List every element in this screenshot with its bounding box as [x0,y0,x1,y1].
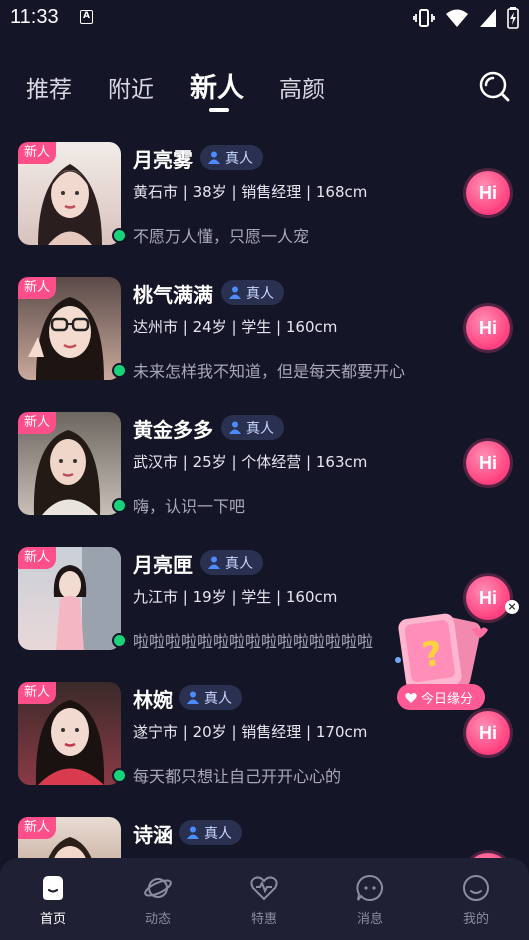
online-indicator [112,633,127,648]
person-icon [208,151,220,164]
verified-label: 真人 [246,420,274,437]
verified-label: 真人 [225,150,253,167]
verified-label: 真人 [204,825,232,842]
heart-icon [405,692,417,703]
person-icon [229,286,241,299]
person-icon [187,826,199,839]
fate-label: 今日缘分 [421,691,474,707]
status-time: 11:33 [10,6,59,28]
profile-card[interactable]: 新人 诗涵 真人 Hi [0,815,529,860]
profile-info: 达州市 | 24岁 | 学生 | 160cm [133,318,338,336]
close-icon[interactable]: × [505,600,519,614]
nav-label: 首页 [39,912,66,927]
new-badge: 新人 [18,142,57,164]
profile-bio: 不愿万人懂，只愿一人宠 [133,227,310,246]
heart-pulse-icon [250,876,278,901]
online-indicator [112,228,127,243]
profile-info: 武汉市 | 25岁 | 个体经营 | 163cm [133,453,368,471]
hi-label: Hi [479,722,497,743]
person-icon [208,556,220,569]
nav-messages[interactable]: 消息 [335,874,405,927]
tab-active-indicator [209,108,229,112]
nav-label: 我的 [462,912,489,927]
status-bar: 11:33 A [0,0,529,36]
top-tabs: 推荐 附近 新人 高颜 [0,62,529,112]
person-icon [229,421,241,434]
nav-deals[interactable]: 特惠 [229,874,299,927]
profile-card[interactable]: 新人 桃气满满 真人 达州市 | 24岁 | 学生 | 160cm 未来怎样我不… [0,275,529,410]
nav-label: 特惠 [250,912,277,927]
profile-bio: 未来怎样我不知道，但是每天都要开心 [133,362,406,381]
nav-home[interactable]: 首页 [18,874,88,927]
verified-badge: 真人 [179,685,242,710]
say-hi-button[interactable]: Hi [466,441,510,485]
verified-badge: 真人 [200,145,263,170]
bottom-nav: 首页 动态 特惠 消息 我的 [0,858,529,940]
tab-new[interactable]: 新人 [190,66,244,105]
profile-bio: 啦啦啦啦啦啦啦啦啦啦啦啦啦啦啦 [133,632,374,651]
nav-label: 动态 [144,912,171,927]
online-indicator [112,768,127,783]
home-icon [43,876,63,900]
nav-label: 消息 [356,912,383,927]
hi-label: Hi [479,182,497,203]
new-badge: 新人 [18,277,57,299]
nav-profile[interactable]: 我的 [441,874,511,927]
verified-badge: 真人 [221,415,284,440]
message-icon [356,874,383,901]
vibrate-icon [413,9,435,27]
say-hi-button[interactable]: Hi [466,171,510,215]
person-icon [187,691,199,704]
hi-label: Hi [479,317,497,338]
say-hi-button[interactable]: Hi [466,306,510,350]
verified-badge: 真人 [179,820,242,845]
wifi-icon [446,9,468,27]
verified-badge: 真人 [200,550,263,575]
notification-a-icon: A [80,10,93,24]
profile-name: 诗涵 [133,823,173,847]
nav-moments[interactable]: 动态 [123,874,193,927]
verified-label: 真人 [225,555,253,572]
profile-name: 林婉 [133,688,173,712]
online-indicator [112,498,127,513]
status-icons [413,7,519,29]
new-badge: 新人 [18,682,57,704]
profile-name: 黄金多多 [133,418,213,442]
profile-bio: 嗨，认识一下吧 [133,497,246,516]
new-badge: 新人 [18,817,57,839]
profile-name: 桃气满满 [133,283,213,307]
profile-info: 遂宁市 | 20岁 | 销售经理 | 170cm [133,723,368,741]
say-hi-button[interactable]: Hi [466,711,510,755]
new-badge: 新人 [18,547,57,569]
verified-label: 真人 [204,690,232,707]
profile-card[interactable]: 新人 黄金多多 真人 武汉市 | 25岁 | 个体经营 | 163cm 嗨，认识… [0,410,529,545]
battery-icon [507,7,519,29]
profile-icon [463,875,489,901]
planet-icon [144,878,172,898]
profile-name: 月亮匣 [133,553,193,577]
fate-button[interactable]: 今日缘分 [397,684,486,710]
profile-info: 九江市 | 19岁 | 学生 | 160cm [133,588,338,606]
tab-nearby[interactable]: 附近 [108,70,154,104]
verified-badge: 真人 [221,280,284,305]
profile-info: 黄石市 | 38岁 | 销售经理 | 168cm [133,183,368,201]
tab-recommend[interactable]: 推荐 [26,70,72,104]
search-icon[interactable] [478,70,510,102]
verified-label: 真人 [246,285,274,302]
tab-good-looking[interactable]: 高颜 [279,70,325,104]
profile-card[interactable]: 新人 月亮雾 真人 黄石市 | 38岁 | 销售经理 | 168cm 不愿万人懂… [0,140,529,275]
signal-icon [480,9,496,27]
profile-name: 月亮雾 [133,148,193,172]
online-indicator [112,363,127,378]
hi-label: Hi [479,452,497,473]
new-badge: 新人 [18,412,57,434]
profile-bio: 每天都只想让自己开开心心的 [133,767,342,786]
